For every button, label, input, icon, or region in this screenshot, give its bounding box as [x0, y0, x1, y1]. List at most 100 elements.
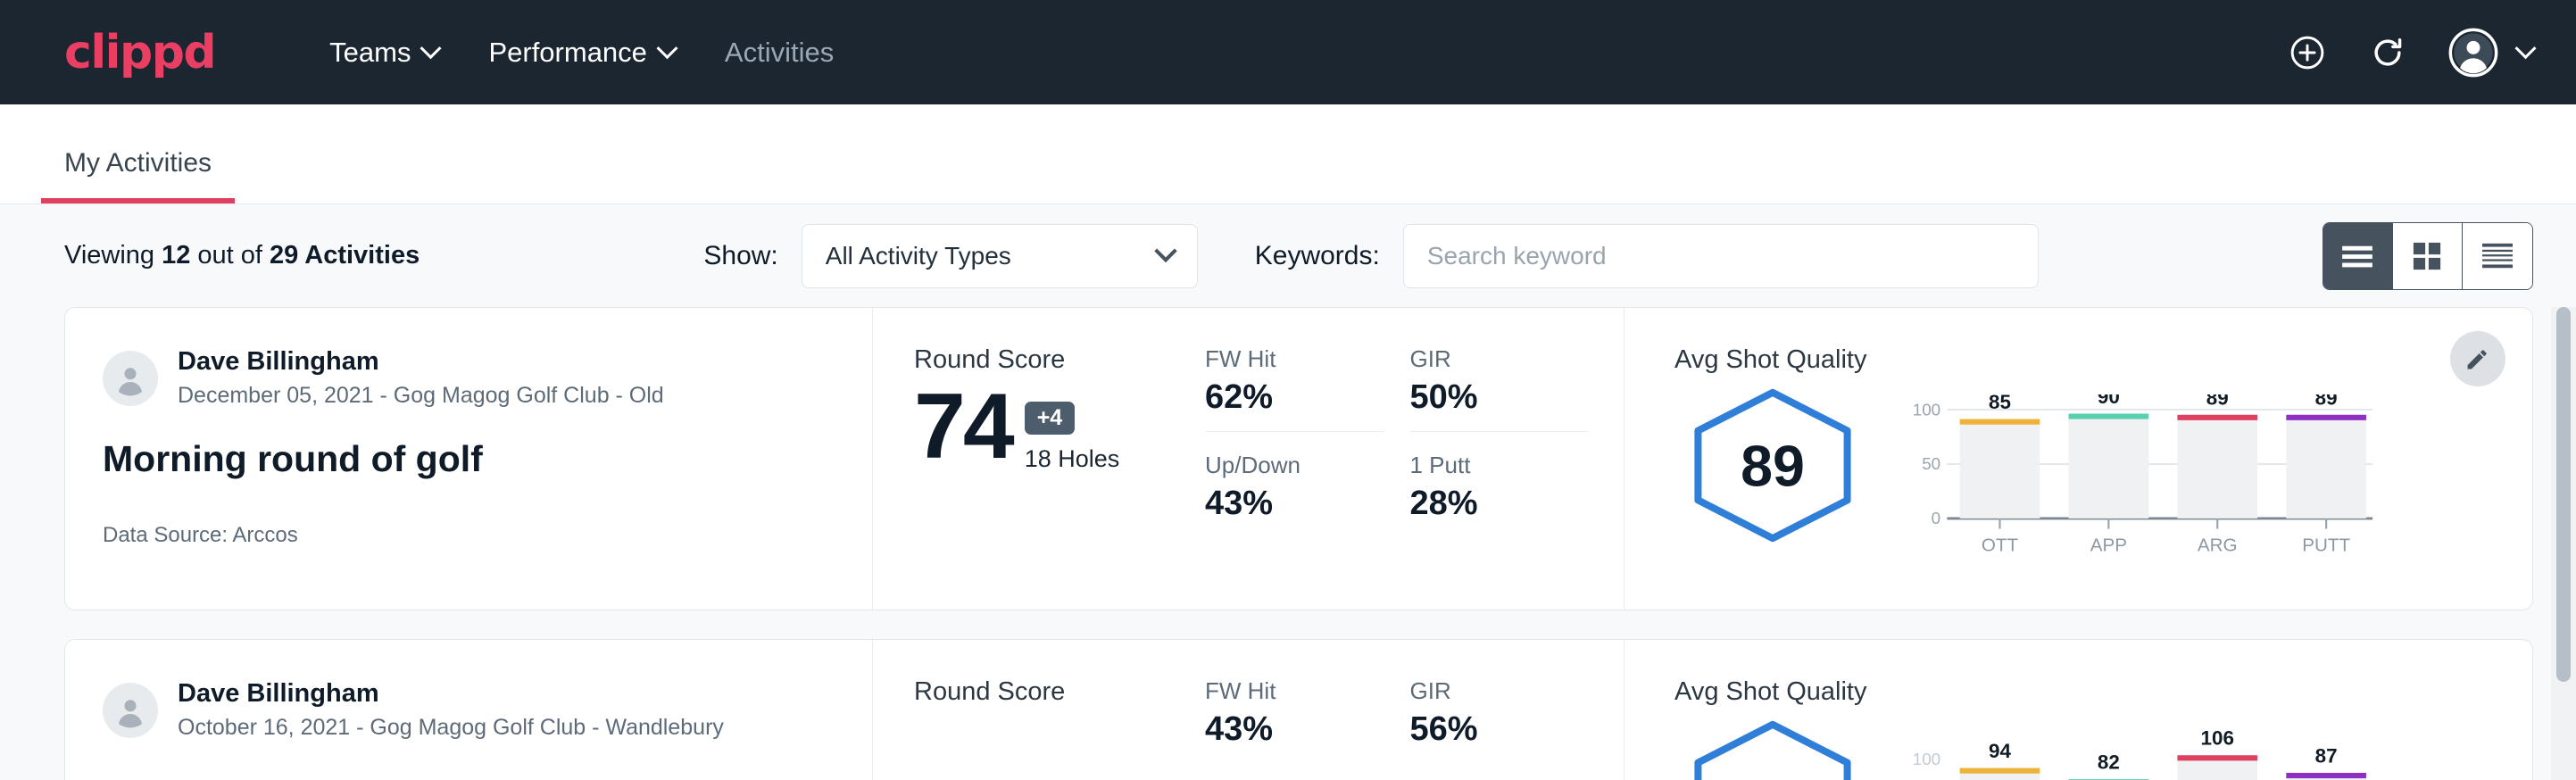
- stat-value: 56%: [1410, 710, 1589, 749]
- stat-fw-hit: FW Hit 62%: [1205, 345, 1384, 432]
- round-score-value: 74: [914, 380, 1012, 473]
- filter-toolbar: Viewing 12 out of 29 Activities Show: Al…: [0, 204, 2576, 307]
- quality-hexagon: 89: [1674, 382, 1871, 544]
- activity-title: Morning round of golf: [103, 438, 872, 480]
- edit-activity-button[interactable]: [2450, 331, 2505, 386]
- bar-category-label: OTT: [1982, 535, 2019, 556]
- add-icon[interactable]: [2288, 33, 2327, 72]
- bar-value-label: 85: [1989, 394, 2011, 413]
- holes-count: 18 Holes: [1025, 445, 1120, 473]
- activity-meta: December 05, 2021 - Gog Magog Golf Club …: [178, 381, 664, 411]
- filter-controls: Show: All Activity Types Keywords:: [703, 224, 2038, 288]
- refresh-icon[interactable]: [2368, 33, 2407, 72]
- round-score-label: Round Score: [914, 677, 1205, 707]
- shot-quality-bar-chart: 100 94 82 106 87: [1901, 714, 2383, 780]
- viewing-total: 29 Activities: [270, 241, 420, 270]
- stat-value: 43%: [1205, 485, 1384, 523]
- avatar-icon: [2448, 28, 2498, 78]
- viewing-count: 12: [162, 241, 190, 270]
- stat-gir: GIR 50%: [1410, 345, 1589, 432]
- app-logo[interactable]: clippd: [64, 26, 215, 79]
- user-line: Dave Billingham October 16, 2021 - Gog M…: [103, 677, 872, 743]
- chevron-down-icon: [656, 37, 677, 59]
- stat-label: Up/Down: [1205, 452, 1384, 479]
- stat-label: GIR: [1410, 345, 1589, 373]
- round-score-label: Round Score: [914, 345, 1205, 375]
- grid-view-button[interactable]: [2393, 223, 2463, 289]
- y-tick-label: 100: [1913, 400, 1940, 419]
- nav-item-label: Performance: [488, 37, 646, 69]
- quality-score-value: 89: [1741, 434, 1805, 498]
- bar-category-label: APP: [2090, 535, 2127, 556]
- avg-shot-quality-section: Avg Shot Quality 100 94 82: [1625, 640, 2532, 780]
- quality-row: 100 94 82 106 87: [1674, 714, 2532, 780]
- stat-value: 43%: [1205, 710, 1384, 749]
- activity-user-name: Dave Billingham: [178, 345, 664, 378]
- bar-value-label: 90: [2098, 394, 2120, 408]
- nav-item-teams[interactable]: Teams: [304, 28, 463, 78]
- activity-stats: FW Hit 43% GIR 56%: [1205, 640, 1625, 780]
- activity-card[interactable]: Dave Billingham December 05, 2021 - Gog …: [64, 307, 2533, 610]
- stat-label: GIR: [1410, 677, 1589, 705]
- quality-row: 89 100 50 0 85: [1674, 382, 2532, 568]
- activity-type-select[interactable]: All Activity Types: [802, 224, 1198, 288]
- round-score-side: +4 18 Holes: [1025, 402, 1120, 473]
- nav-item-label: Teams: [329, 37, 411, 69]
- chevron-down-icon: [420, 37, 442, 59]
- activities-list: Dave Billingham December 05, 2021 - Gog …: [0, 307, 2576, 780]
- top-navigation-bar: clippd Teams Performance Activities: [0, 0, 2576, 104]
- quality-hexagon: [1674, 714, 1871, 780]
- stat-gir: GIR 56%: [1410, 677, 1589, 763]
- bar-value-label: 87: [2315, 744, 2338, 767]
- view-mode-toggle-group: [2323, 222, 2533, 290]
- user-line: Dave Billingham December 05, 2021 - Gog …: [103, 345, 872, 411]
- y-tick-label: 0: [1932, 509, 1940, 527]
- avg-shot-quality-section: Avg Shot Quality 89 100 50 0: [1625, 308, 2532, 610]
- round-score-section: Round Score: [873, 640, 1205, 780]
- stat-1-putt: 1 Putt 28%: [1410, 452, 1589, 537]
- account-menu[interactable]: [2448, 28, 2533, 78]
- viewing-prefix: Viewing: [64, 241, 162, 270]
- detail-view-button[interactable]: [2463, 223, 2532, 289]
- nav-item-label: Activities: [725, 37, 834, 69]
- stat-value: 50%: [1410, 378, 1589, 417]
- bar-category-label: ARG: [2198, 535, 2238, 556]
- scrollbar-thumb[interactable]: [2556, 307, 2571, 682]
- nav-item-performance[interactable]: Performance: [463, 28, 699, 78]
- bar-value-label: 94: [1989, 740, 2011, 762]
- y-tick-label: 50: [1922, 454, 1940, 473]
- nav-item-activities[interactable]: Activities: [700, 28, 859, 78]
- show-label: Show:: [703, 241, 777, 271]
- stat-label: FW Hit: [1205, 345, 1384, 373]
- activity-stats: FW Hit 62% GIR 50% Up/Down 43% 1 Putt 28…: [1205, 308, 1625, 610]
- avg-shot-quality-label: Avg Shot Quality: [1674, 677, 2532, 707]
- score-diff-badge: +4: [1025, 402, 1076, 435]
- chevron-down-icon: [1154, 239, 1176, 261]
- keywords-group: Keywords:: [1255, 224, 2039, 288]
- viewing-count-text: Viewing 12 out of 29 Activities: [64, 241, 420, 270]
- activity-user-name: Dave Billingham: [178, 677, 724, 709]
- avatar: [103, 683, 158, 738]
- search-input[interactable]: [1403, 224, 2039, 288]
- round-score-section: Round Score 74 +4 18 Holes: [873, 308, 1205, 610]
- viewing-middle: out of: [190, 241, 270, 270]
- y-tick-label: 100: [1913, 750, 1940, 768]
- avatar: [103, 351, 158, 406]
- bar-category-label: PUTT: [2302, 535, 2350, 556]
- stat-label: 1 Putt: [1410, 452, 1589, 479]
- chevron-down-icon: [2514, 37, 2536, 59]
- stat-up-down: Up/Down 43%: [1205, 452, 1384, 537]
- avg-shot-quality-label: Avg Shot Quality: [1674, 345, 2532, 375]
- activity-type-value: All Activity Types: [826, 242, 1011, 270]
- bar-value-label: 89: [2206, 394, 2229, 409]
- activity-card[interactable]: Dave Billingham October 16, 2021 - Gog M…: [64, 639, 2533, 780]
- tab-my-activities[interactable]: My Activities: [41, 148, 235, 203]
- stat-value: 28%: [1410, 485, 1589, 523]
- activity-info: Dave Billingham October 16, 2021 - Gog M…: [65, 640, 873, 780]
- list-view-button[interactable]: [2323, 223, 2393, 289]
- activity-meta: October 16, 2021 - Gog Magog Golf Club -…: [178, 713, 724, 743]
- stat-value: 62%: [1205, 378, 1384, 417]
- main-nav: Teams Performance Activities: [304, 28, 859, 78]
- activity-info: Dave Billingham December 05, 2021 - Gog …: [65, 308, 873, 610]
- keywords-label: Keywords:: [1255, 241, 1380, 271]
